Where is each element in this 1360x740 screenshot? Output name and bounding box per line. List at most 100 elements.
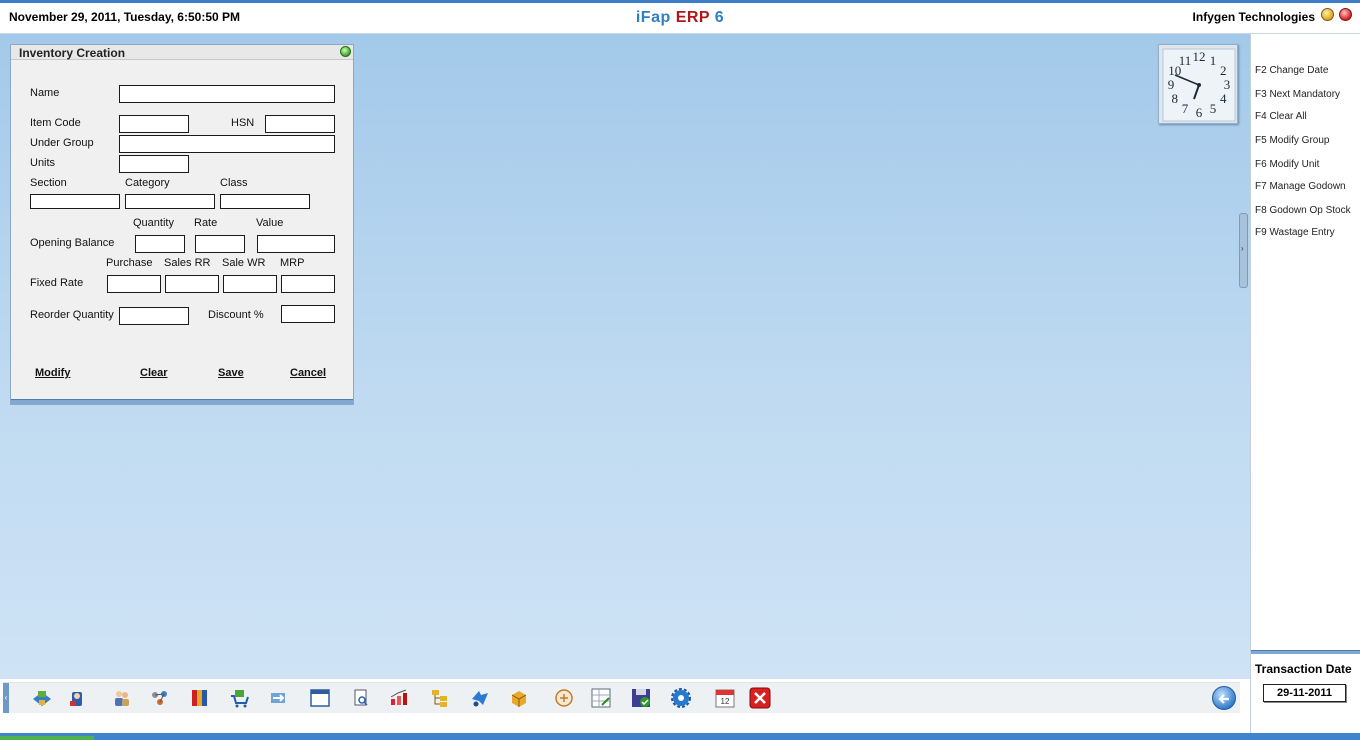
opening-balance-label: Opening Balance <box>30 237 115 249</box>
clock-numeral: 12 <box>1193 49 1206 64</box>
purchase-label: Purchase <box>106 257 153 269</box>
category-field[interactable] <box>125 194 215 209</box>
sales-rr-field[interactable] <box>165 275 219 293</box>
calendar-icon[interactable]: 12 <box>714 687 736 709</box>
rate-label: Rate <box>194 217 218 229</box>
brand-version: 6 <box>714 9 725 26</box>
class-label: Class <box>220 177 248 189</box>
modify-button[interactable]: Modify <box>35 367 70 379</box>
under-group-label: Under Group <box>30 137 94 149</box>
discount-label: Discount % <box>208 309 264 321</box>
value-field[interactable] <box>257 235 335 253</box>
rate-field[interactable] <box>195 235 245 253</box>
clock-numeral: 1 <box>1210 53 1217 68</box>
hsn-field[interactable] <box>265 115 335 133</box>
reorder-quantity-field[interactable] <box>119 307 189 325</box>
minimize-button[interactable] <box>1321 8 1334 21</box>
transaction-date-label: Transaction Date <box>1255 662 1352 676</box>
transaction-date-field[interactable]: 29-11-2011 <box>1263 684 1346 702</box>
reorder-quantity-label: Reorder Quantity <box>30 309 114 321</box>
clock-numeral: 8 <box>1172 91 1179 106</box>
network-icon[interactable] <box>149 687 171 709</box>
panel-splitter-handle[interactable]: › <box>1239 213 1248 288</box>
hierarchy-icon[interactable] <box>429 687 451 709</box>
money-icon[interactable] <box>553 687 575 709</box>
transfer-icon[interactable] <box>267 687 289 709</box>
panel-title: Inventory Creation <box>19 46 126 60</box>
status-bar <box>0 733 1360 740</box>
clock-numeral: 7 <box>1182 101 1189 116</box>
category-label: Category <box>125 177 170 189</box>
fixed-rate-label: Fixed Rate <box>30 277 84 289</box>
quantity-label: Quantity <box>133 217 174 229</box>
title-bar: November 29, 2011, Tuesday, 6:50:50 PM i… <box>0 0 1360 34</box>
users-icon[interactable] <box>111 687 133 709</box>
app-title: iFap ERP 6 <box>0 9 1360 27</box>
section-label: Section <box>30 177 67 189</box>
shortcut-godown-op-stock[interactable]: F8 Godown Op Stock <box>1255 205 1351 216</box>
mrp-field[interactable] <box>281 275 335 293</box>
shortcut-wastage-entry[interactable]: F9 Wastage Entry <box>1255 227 1335 238</box>
transaction-divider <box>1251 650 1360 654</box>
shortcut-modify-group[interactable]: F5 Modify Group <box>1255 135 1329 146</box>
under-group-field[interactable] <box>119 135 335 153</box>
panel-title-bar: Inventory Creation <box>11 45 353 60</box>
inventory-creation-panel: Inventory Creation Name Item Code HSN Un… <box>10 44 354 405</box>
units-field[interactable] <box>119 155 189 173</box>
sale-wr-field[interactable] <box>223 275 277 293</box>
mrp-label: MRP <box>280 257 305 269</box>
chart-icon[interactable] <box>388 687 410 709</box>
quantity-field[interactable] <box>135 235 185 253</box>
back-arrow-icon[interactable] <box>1212 686 1236 710</box>
clock-numeral: 4 <box>1220 91 1227 106</box>
shortcut-modify-unit[interactable]: F6 Modify Unit <box>1255 159 1319 170</box>
sale-wr-label: Sale WR <box>222 257 266 269</box>
progress-indicator <box>0 736 94 740</box>
shortcut-change-date[interactable]: F2 Change Date <box>1255 65 1328 76</box>
close-window-button[interactable] <box>1339 8 1352 21</box>
document-search-icon[interactable] <box>350 687 372 709</box>
shortcut-manage-godown[interactable]: F7 Manage Godown <box>1255 181 1346 192</box>
analog-clock: 12 1 2 3 4 5 6 7 8 9 10 11 <box>1158 44 1238 124</box>
shortcut-clear-all[interactable]: F4 Clear All <box>1255 111 1307 122</box>
purchase-field[interactable] <box>107 275 161 293</box>
save-button[interactable]: Save <box>218 367 244 379</box>
window-icon[interactable] <box>309 687 331 709</box>
routing-icon[interactable] <box>469 687 491 709</box>
section-field[interactable] <box>30 194 120 209</box>
shopping-cart-icon[interactable] <box>229 687 251 709</box>
toolbar-collapse-icon[interactable]: ‹ <box>3 683 9 713</box>
hsn-label: HSN <box>231 117 255 129</box>
clear-button[interactable]: Clear <box>140 367 168 379</box>
value-label: Value <box>256 217 284 229</box>
status-indicator-icon[interactable] <box>340 46 351 57</box>
bottom-toolbar: ‹ 12 <box>3 682 1240 713</box>
clock-numeral: 3 <box>1224 77 1231 92</box>
package-icon[interactable] <box>508 687 530 709</box>
accounts-icon[interactable] <box>31 687 53 709</box>
shortcut-next-mandatory[interactable]: F3 Next Mandatory <box>1255 89 1340 100</box>
name-field[interactable] <box>119 85 335 103</box>
name-label: Name <box>30 87 60 99</box>
cancel-button[interactable]: Cancel <box>290 367 326 379</box>
units-label: Units <box>30 157 56 169</box>
item-code-field[interactable] <box>119 115 189 133</box>
brand-ifap: iFap <box>635 9 671 26</box>
company-name: Infygen Technologies <box>1192 10 1315 24</box>
discount-field[interactable] <box>281 305 335 323</box>
calendar-day-label: 12 <box>721 697 730 706</box>
spreadsheet-icon[interactable] <box>590 687 612 709</box>
panel-footer <box>11 399 353 404</box>
class-field[interactable] <box>220 194 310 209</box>
backup-icon[interactable] <box>630 687 652 709</box>
shortcut-panel: F2 Change Date F3 Next Mandatory F4 Clea… <box>1250 34 1360 740</box>
clock-numeral: 9 <box>1168 77 1175 92</box>
clock-numeral: 5 <box>1210 101 1217 116</box>
settings-icon[interactable] <box>670 687 692 709</box>
contacts-icon[interactable] <box>66 687 88 709</box>
books-icon[interactable] <box>189 687 211 709</box>
clock-face-icon: 12 1234567891011 <box>1162 48 1236 122</box>
exit-icon[interactable] <box>749 687 771 709</box>
clock-numeral: 6 <box>1196 105 1203 120</box>
sales-rr-label: Sales RR <box>164 257 211 269</box>
